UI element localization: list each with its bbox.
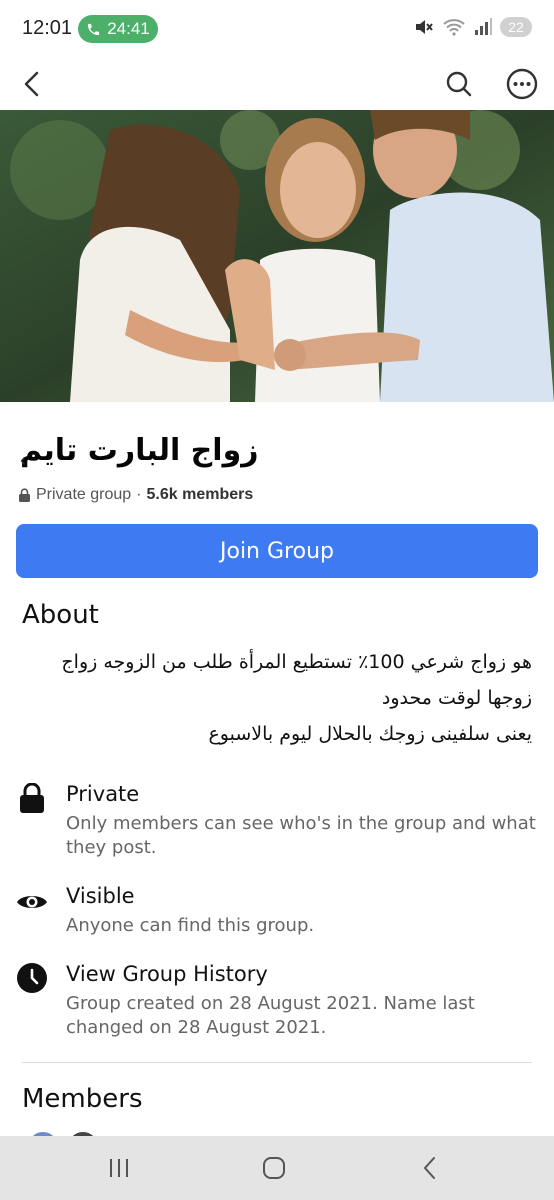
lock-small-icon bbox=[19, 488, 30, 502]
divider bbox=[22, 1062, 532, 1063]
info-label: Private bbox=[66, 782, 140, 806]
battery-icon: 22 bbox=[500, 17, 532, 37]
system-back-button[interactable] bbox=[410, 1150, 450, 1186]
eye-icon bbox=[16, 886, 48, 918]
more-options-button[interactable] bbox=[502, 64, 542, 104]
home-icon bbox=[263, 1157, 285, 1179]
wifi-icon bbox=[443, 19, 465, 36]
call-timer: 24:41 bbox=[107, 19, 150, 38]
info-description: Group created on 28 August 2021. Name la… bbox=[66, 993, 475, 1038]
search-icon bbox=[446, 71, 472, 97]
about-description: هو زواج شرعي 100٪ تستطيع المرأة طلب من ا… bbox=[22, 644, 532, 752]
cover-photo-image bbox=[0, 110, 554, 402]
status-bar: 12:01 24:41 22 bbox=[0, 0, 554, 58]
privacy-label: Private group bbox=[36, 486, 132, 503]
chevron-right-icon[interactable]: › bbox=[20, 450, 26, 471]
mute-icon bbox=[416, 20, 433, 34]
home-button[interactable] bbox=[254, 1150, 294, 1186]
about-line: زوجها لوقت محدود bbox=[381, 687, 532, 709]
status-time: 12:01 bbox=[22, 17, 73, 39]
recent-apps-button[interactable] bbox=[99, 1150, 139, 1186]
call-icon bbox=[88, 23, 100, 35]
about-heading: About bbox=[22, 600, 99, 630]
members-heading: Members bbox=[22, 1084, 143, 1114]
lock-icon bbox=[16, 782, 48, 814]
info-description: Anyone can find this group. bbox=[66, 915, 315, 936]
ongoing-call-pill[interactable]: 24:41 bbox=[78, 15, 158, 43]
about-line: هو زواج شرعي 100٪ تستطيع المرأة طلب من ا… bbox=[61, 651, 532, 673]
group-cover-photo[interactable] bbox=[0, 110, 554, 402]
signal-icon bbox=[475, 18, 492, 35]
about-line: يعنى سلفينى زوجك بالحلال ليوم بالاسبوع bbox=[208, 723, 532, 745]
group-meta: Private group · 5.6k members bbox=[18, 486, 253, 504]
info-label[interactable]: View Group History bbox=[66, 962, 268, 986]
search-button[interactable] bbox=[439, 64, 479, 104]
clock-icon bbox=[16, 962, 48, 994]
back-icon bbox=[424, 1157, 435, 1179]
recent-apps-icon bbox=[110, 1159, 128, 1177]
group-title-row[interactable]: زواج البارت تايم › bbox=[20, 428, 540, 472]
info-label: Visible bbox=[66, 884, 135, 908]
top-navigation bbox=[0, 58, 554, 110]
group-name[interactable]: زواج البارت تايم bbox=[20, 433, 259, 468]
back-button[interactable] bbox=[12, 64, 52, 104]
status-icons: 22 bbox=[414, 17, 532, 37]
android-navigation-bar bbox=[0, 1136, 554, 1200]
member-count[interactable]: 5.6k members bbox=[147, 486, 254, 504]
info-description: Only members can see who's in the group … bbox=[66, 813, 536, 858]
back-arrow-icon bbox=[24, 71, 39, 97]
meta-separator: · bbox=[136, 486, 142, 503]
join-group-button[interactable]: Join Group bbox=[16, 524, 538, 578]
more-options-icon bbox=[506, 68, 538, 100]
